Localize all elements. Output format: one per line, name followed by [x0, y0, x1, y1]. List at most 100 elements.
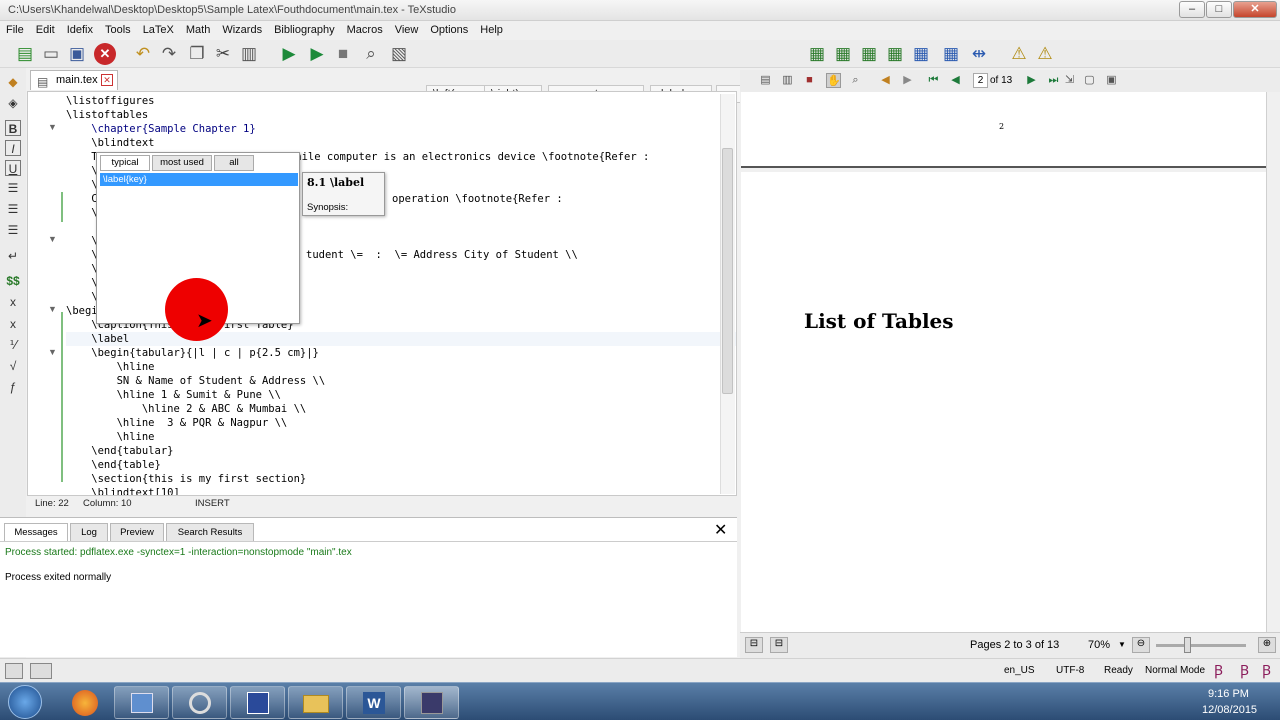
menu-idefix[interactable]: Idefix [61, 21, 99, 36]
copy-icon[interactable]: ❐ [186, 43, 208, 65]
warning-icon[interactable]: ⚠ [1008, 43, 1030, 65]
grammar-icon[interactable]: Ꞵ [1240, 661, 1249, 680]
warning-icon[interactable]: ⚠ [1034, 43, 1056, 65]
zoom-slider[interactable] [1156, 644, 1246, 647]
table-icon[interactable]: ▦ [910, 43, 932, 65]
sqrt-icon[interactable]: √ [5, 358, 21, 374]
zoom-slider-handle[interactable] [1184, 637, 1191, 653]
italic-icon[interactable]: I [5, 140, 21, 156]
bookmark-icon[interactable]: ◈ [5, 95, 21, 111]
new-file-icon[interactable]: ▤ [14, 43, 36, 65]
build-view-icon[interactable]: ▶ [278, 43, 300, 65]
start-button[interactable] [8, 685, 42, 719]
math-dollar-icon[interactable]: $$ [5, 273, 21, 289]
table-icon[interactable]: ▦ [832, 43, 854, 65]
language-indicator[interactable]: en_US [1004, 665, 1035, 676]
open-file-icon[interactable]: ▭ [40, 43, 62, 65]
fold-icon[interactable]: ▼ [48, 347, 57, 357]
taskbar-word[interactable]: W [346, 686, 401, 719]
undo-icon[interactable]: ↶ [132, 43, 154, 65]
save-icon[interactable]: ▣ [66, 43, 88, 65]
taskbar-app[interactable] [230, 686, 285, 719]
align-left-icon[interactable]: ☰ [5, 180, 21, 196]
tab-main-tex[interactable]: ▤ main.tex ✕ [30, 70, 118, 90]
tab-log[interactable]: Log [70, 523, 108, 542]
close-document-icon[interactable]: ✕ [94, 43, 116, 65]
fold-icon[interactable]: ▼ [48, 304, 57, 314]
pdf-scrollbar[interactable] [1266, 92, 1280, 632]
subscript-icon[interactable]: x [5, 294, 21, 310]
menu-view[interactable]: View [389, 21, 425, 36]
function-icon[interactable]: ƒ [5, 379, 21, 395]
table-icon[interactable]: ▦ [940, 43, 962, 65]
taskbar-firefox[interactable] [58, 686, 113, 719]
chevron-down-icon[interactable]: ▼ [1118, 640, 1126, 649]
book-icon[interactable]: ■ [802, 73, 817, 88]
close-panel-icon[interactable]: ✕ [714, 520, 727, 540]
maximize-button[interactable]: □ [1206, 1, 1232, 18]
latex-icon[interactable]: Ꞵ [1262, 661, 1271, 680]
menu-help[interactable]: Help [474, 21, 509, 36]
align-right-icon[interactable]: ☰ [5, 222, 21, 238]
close-button[interactable]: ✕ [1233, 1, 1277, 18]
menu-wizards[interactable]: Wizards [216, 21, 268, 36]
taskbar-app[interactable] [114, 686, 169, 719]
stop-icon[interactable]: ■ [332, 43, 354, 65]
align-center-icon[interactable]: ☰ [5, 201, 21, 217]
zoom-out-icon[interactable]: ⊖ [1132, 637, 1150, 653]
underline-icon[interactable]: U [5, 160, 21, 176]
tab-typical[interactable]: typical [100, 155, 150, 171]
view-log-icon[interactable]: ▧ [388, 43, 410, 65]
tab-messages[interactable]: Messages [4, 523, 68, 542]
paste-icon[interactable]: ▥ [238, 43, 260, 65]
single-page-icon[interactable]: ▢ [1082, 73, 1097, 88]
fit-icon[interactable]: ⇲ [1062, 73, 1077, 88]
tab-preview[interactable]: Preview [110, 523, 164, 542]
table-icon[interactable]: ▦ [884, 43, 906, 65]
tab-search-results[interactable]: Search Results [166, 523, 254, 542]
bold-icon[interactable]: B [5, 120, 21, 136]
spellcheck-icon[interactable]: Ꞵ [1214, 661, 1223, 680]
zoom-in-icon[interactable]: ⊕ [1258, 637, 1276, 653]
encoding-indicator[interactable]: UTF-8 [1056, 665, 1084, 676]
fold-icon[interactable]: ▼ [48, 122, 57, 132]
first-page-icon[interactable]: ⏮ [926, 73, 941, 88]
prev-page-icon[interactable]: ◀ [948, 73, 963, 88]
taskbar-texstudio[interactable] [404, 686, 459, 719]
toggle-structure-icon[interactable] [5, 663, 23, 679]
taskbar-app[interactable] [172, 686, 227, 719]
table-icon[interactable]: ▦ [806, 43, 828, 65]
clock-time[interactable]: 9:16 PM [1208, 688, 1249, 700]
print-icon[interactable]: ▥ [780, 73, 795, 88]
hand-tool-icon[interactable]: ✋ [826, 73, 841, 88]
minimize-button[interactable]: – [1179, 1, 1205, 18]
zoom-icon[interactable]: ⌕ [848, 73, 863, 88]
menu-macros[interactable]: Macros [341, 21, 389, 36]
continuous-icon[interactable]: ▣ [1104, 73, 1119, 88]
menu-edit[interactable]: Edit [30, 21, 61, 36]
view-pdf-icon[interactable]: ⌕ [360, 43, 382, 65]
superscript-icon[interactable]: x [5, 316, 21, 332]
close-tab-icon[interactable]: ✕ [101, 74, 113, 86]
table-icon[interactable]: ▦ [858, 43, 880, 65]
next-page-icon[interactable]: ▶ [1024, 73, 1039, 88]
taskbar-explorer[interactable] [288, 686, 343, 719]
forward-icon[interactable]: ▶ [900, 73, 915, 88]
fraction-icon[interactable]: ⅟ [5, 337, 21, 353]
page-input[interactable]: 2 [973, 73, 988, 88]
lock-icon[interactable]: ⊟ [745, 637, 763, 653]
pdf-icon[interactable]: ▤ [758, 73, 773, 88]
tab-all[interactable]: all [214, 155, 254, 171]
fold-icon[interactable]: ▼ [48, 234, 57, 244]
editor-scrollbar-thumb[interactable] [722, 148, 733, 394]
toggle-messages-icon[interactable] [30, 663, 52, 679]
newline-icon[interactable]: ↵ [5, 248, 21, 264]
menu-tools[interactable]: Tools [99, 21, 137, 36]
last-page-icon[interactable]: ⏭ [1046, 73, 1061, 88]
menu-bibliography[interactable]: Bibliography [268, 21, 341, 36]
menu-math[interactable]: Math [180, 21, 216, 36]
structure-icon[interactable]: ◆ [5, 74, 21, 90]
cut-icon[interactable]: ✂ [212, 43, 234, 65]
redo-icon[interactable]: ↷ [158, 43, 180, 65]
completion-item-selected[interactable]: \label{key} [100, 173, 298, 186]
